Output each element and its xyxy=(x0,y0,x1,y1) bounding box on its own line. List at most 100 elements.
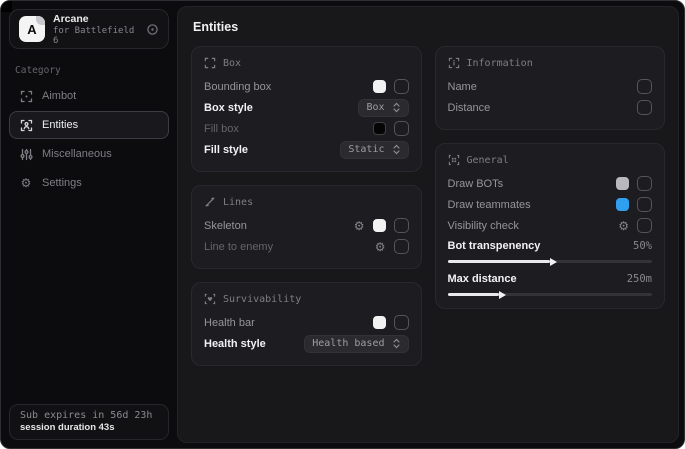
sidebar-item-aimbot[interactable]: Aimbot xyxy=(9,82,169,110)
app-subtitle: for Battlefield 6 xyxy=(53,26,138,46)
row-bounding-box: Bounding box xyxy=(204,76,409,97)
row-name: Name xyxy=(448,76,653,97)
row-label: Draw BOTs xyxy=(448,178,504,190)
card-general-header: General xyxy=(448,154,653,166)
row-label: Draw teammates xyxy=(448,199,531,211)
page-title: Entities xyxy=(178,7,678,44)
row-label: Box style xyxy=(204,102,253,114)
max-distance-slider[interactable] xyxy=(448,293,653,296)
gear-icon[interactable]: ⚙ xyxy=(618,220,629,232)
color-swatch[interactable] xyxy=(373,122,386,135)
slider-label-row: Bot transpenency 50% xyxy=(448,237,653,255)
row-label: Skeleton xyxy=(204,220,247,232)
row-label: Bot transpenency xyxy=(448,240,541,252)
color-swatch[interactable] xyxy=(616,198,629,211)
slider-value: 250m xyxy=(627,273,652,285)
card-title: Lines xyxy=(223,197,253,208)
gear-icon[interactable]: ⚙ xyxy=(375,241,386,253)
sidebar-item-label: Entities xyxy=(42,119,78,131)
slider-fill xyxy=(448,260,550,263)
card-title: Survivability xyxy=(223,294,301,305)
row-visibility-check: Visibility check ⚙ xyxy=(448,215,653,236)
row-label: Name xyxy=(448,81,477,93)
slider-label-row: Max distance 250m xyxy=(448,270,653,288)
info-frame-icon xyxy=(448,57,460,69)
slider-thumb[interactable] xyxy=(550,258,557,266)
card-information-header: Information xyxy=(448,57,653,69)
row-skeleton: Skeleton ⚙ xyxy=(204,215,409,236)
column-right: Information Name Distance xyxy=(435,46,666,309)
row-line-to-enemy: Line to enemy ⚙ xyxy=(204,236,409,257)
visibility-check-checkbox[interactable] xyxy=(637,218,652,233)
name-checkbox[interactable] xyxy=(637,79,652,94)
row-draw-bots: Draw BOTs xyxy=(448,173,653,194)
row-label: Visibility check xyxy=(448,220,519,232)
sidebar-item-entities[interactable]: Entities xyxy=(9,111,169,139)
main-panel: Entities Box Bounding box xyxy=(177,6,679,443)
gear-icon[interactable]: ⚙ xyxy=(354,220,365,232)
draw-bots-checkbox[interactable] xyxy=(637,176,652,191)
slider-value: 50% xyxy=(633,240,652,252)
row-fill-style: Fill style Static xyxy=(204,139,409,160)
app-titles: Arcane for Battlefield 6 xyxy=(53,13,138,46)
card-general: General Draw BOTs Draw teammates xyxy=(435,143,666,309)
color-swatch[interactable] xyxy=(373,80,386,93)
bot-transpenency-slider[interactable] xyxy=(448,260,653,263)
card-title: Box xyxy=(223,58,241,69)
chevron-up-down-icon xyxy=(392,102,401,113)
window-corner-notch xyxy=(1,1,12,12)
person-scan-icon xyxy=(19,119,33,132)
cards-grid: Box Bounding box Box style Box xyxy=(178,44,678,368)
sidebar-header-card: A Arcane for Battlefield 6 xyxy=(9,9,169,49)
circular-arrow-icon[interactable] xyxy=(146,23,159,36)
slider-thumb[interactable] xyxy=(499,291,506,299)
bounding-box-checkbox[interactable] xyxy=(394,79,409,94)
sidebar-category-label: Category xyxy=(15,65,169,76)
box-style-select[interactable]: Box xyxy=(358,99,408,117)
row-label: Health style xyxy=(204,338,266,350)
card-title: General xyxy=(467,155,509,166)
sidebar-item-settings[interactable]: ⚙ Settings xyxy=(9,169,169,197)
crosshair-icon xyxy=(19,90,33,103)
row-max-distance: Max distance 250m xyxy=(448,270,653,296)
box-frame-icon xyxy=(204,57,216,69)
line-to-enemy-checkbox[interactable] xyxy=(394,239,409,254)
health-bar-checkbox[interactable] xyxy=(394,315,409,330)
sidebar-item-label: Settings xyxy=(42,177,82,189)
card-box: Box Bounding box Box style Box xyxy=(191,46,422,172)
subscription-footer-card: Sub expires in 56d 23h session duration … xyxy=(9,404,169,440)
diagonal-line-icon xyxy=(204,196,216,208)
sidebar-item-label: Miscellaneous xyxy=(42,148,112,160)
row-distance: Distance xyxy=(448,97,653,118)
row-fill-box: Fill box xyxy=(204,118,409,139)
card-box-header: Box xyxy=(204,57,409,69)
sliders-icon xyxy=(19,148,33,161)
column-left: Box Bounding box Box style Box xyxy=(191,46,422,366)
color-swatch[interactable] xyxy=(616,177,629,190)
distance-checkbox[interactable] xyxy=(637,100,652,115)
row-label: Fill box xyxy=(204,123,239,135)
slider-fill xyxy=(448,293,499,296)
card-survivability: Survivability Health bar Health style He… xyxy=(191,282,422,366)
fill-box-checkbox[interactable] xyxy=(394,121,409,136)
gear-icon: ⚙ xyxy=(19,177,33,189)
row-health-bar: Health bar xyxy=(204,312,409,333)
row-label: Fill style xyxy=(204,144,248,156)
color-swatch[interactable] xyxy=(373,219,386,232)
color-swatch[interactable] xyxy=(373,316,386,329)
select-value: Static xyxy=(348,144,384,155)
health-style-select[interactable]: Health based xyxy=(304,335,408,353)
card-title: Information xyxy=(467,58,533,69)
row-bot-transpenency: Bot transpenency 50% xyxy=(448,237,653,263)
session-duration-text: session duration 43s xyxy=(20,422,158,433)
heart-frame-icon xyxy=(204,293,216,305)
select-value: Health based xyxy=(312,338,384,349)
sidebar: A Arcane for Battlefield 6 Category Aimb… xyxy=(1,1,177,448)
sidebar-item-miscellaneous[interactable]: Miscellaneous xyxy=(9,140,169,168)
card-lines: Lines Skeleton ⚙ Line to enemy ⚙ xyxy=(191,185,422,269)
app-name: Arcane xyxy=(53,13,138,25)
skeleton-checkbox[interactable] xyxy=(394,218,409,233)
fill-style-select[interactable]: Static xyxy=(340,141,408,159)
draw-teammates-checkbox[interactable] xyxy=(637,197,652,212)
row-health-style: Health style Health based xyxy=(204,333,409,354)
